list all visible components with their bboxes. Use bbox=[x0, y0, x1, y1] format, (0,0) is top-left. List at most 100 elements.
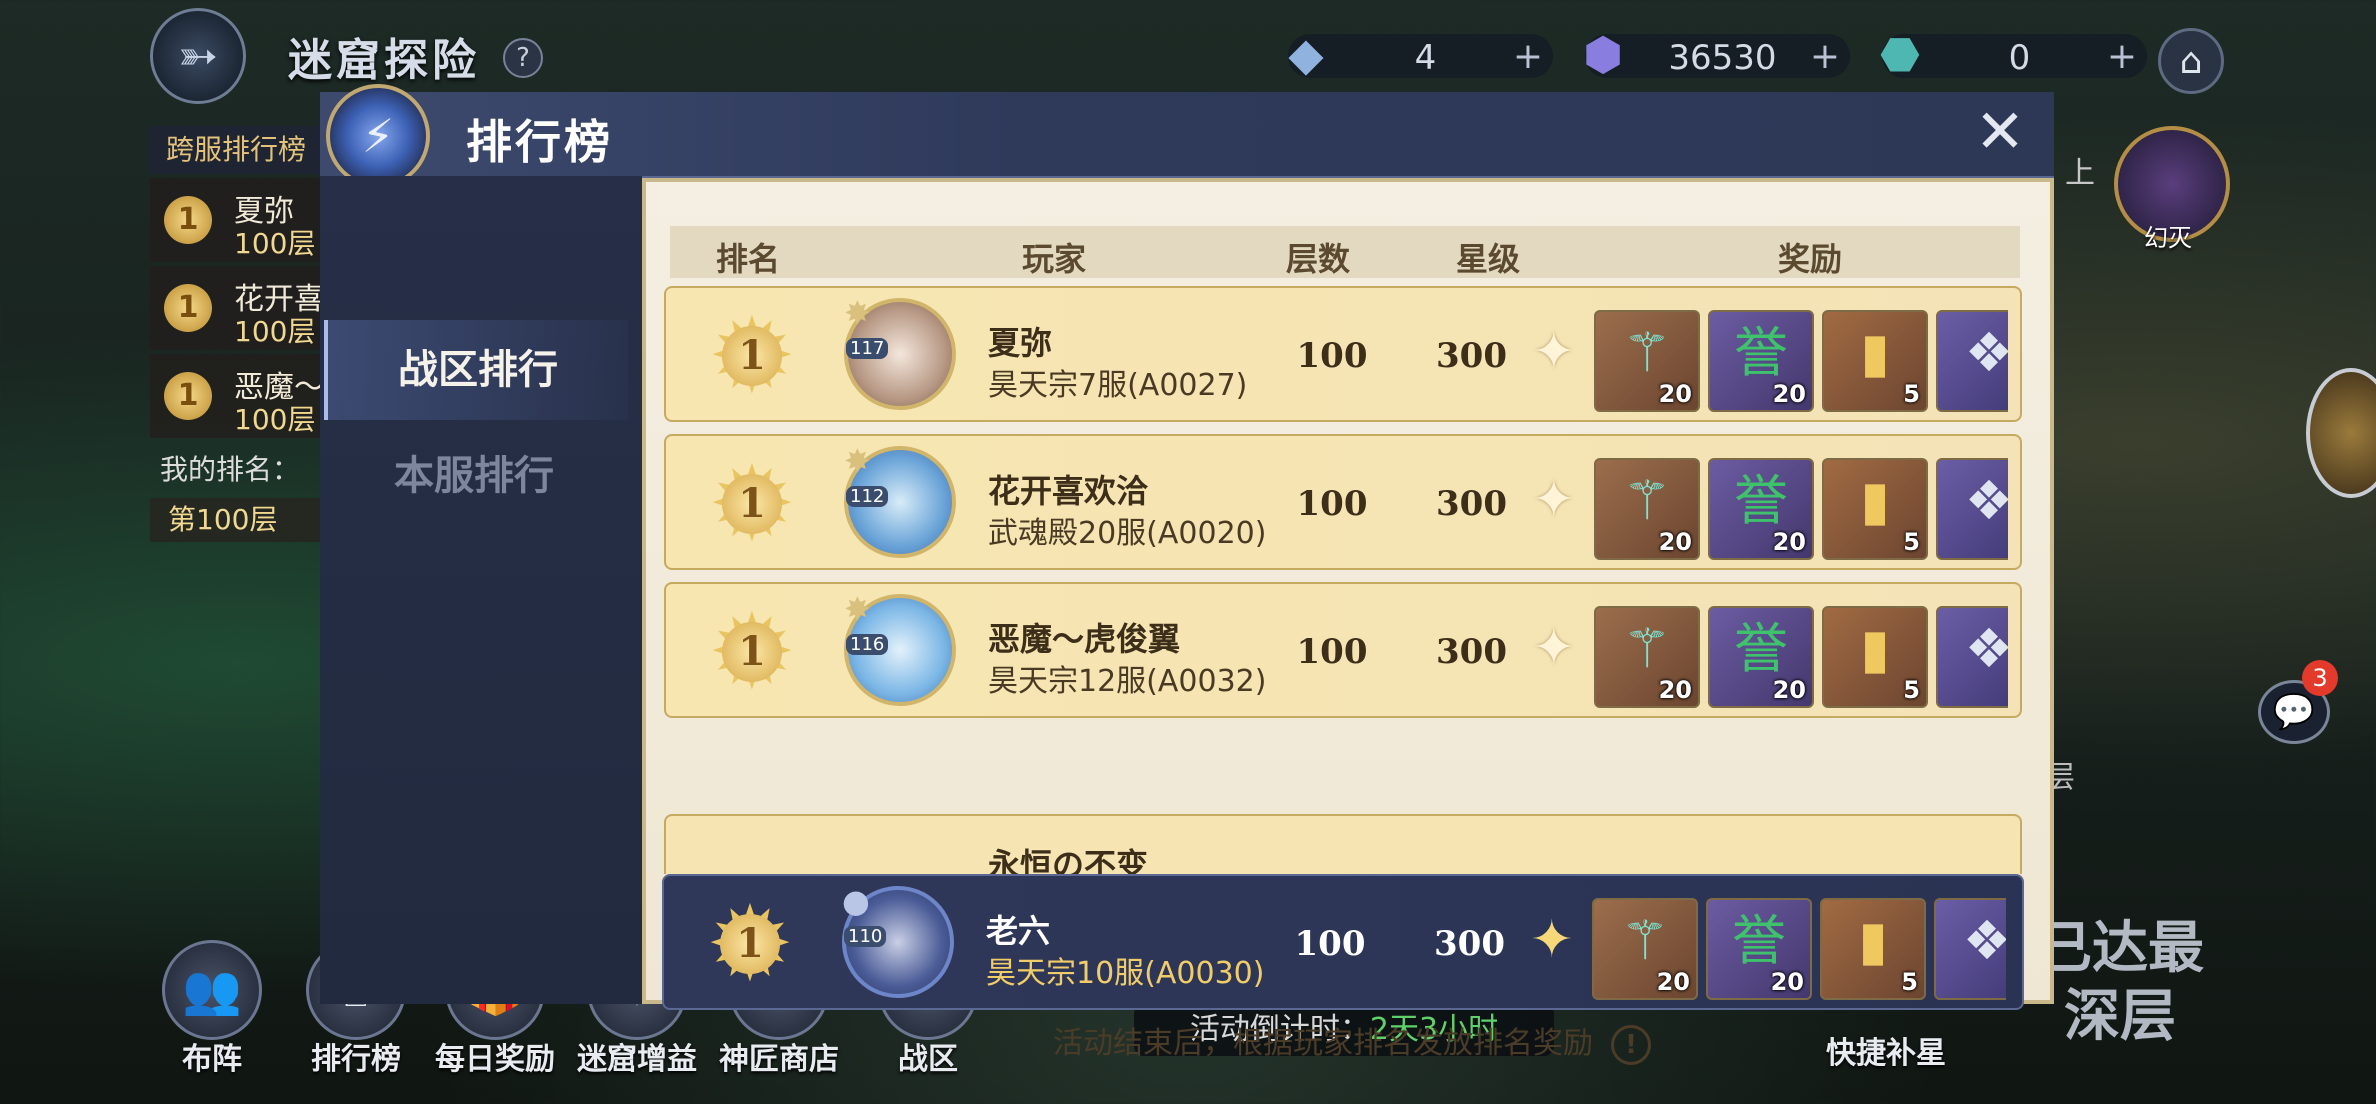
side-event-icon[interactable] bbox=[2306, 368, 2376, 498]
player-server: 武魂殿20服(A0020) bbox=[988, 516, 1267, 551]
player-avatar[interactable]: ✸ 112 bbox=[844, 442, 956, 558]
reward-honor[interactable]: 誉 20 bbox=[1706, 898, 1812, 1000]
rank-medal-icon: ✹ 1 bbox=[700, 600, 804, 704]
player-level: 110 bbox=[844, 926, 887, 947]
home-button[interactable]: ⌂ bbox=[2158, 28, 2224, 94]
reward-count: 20 bbox=[1772, 528, 1806, 556]
leaderboard-emblem-icon: ⚡ bbox=[326, 84, 430, 188]
lineup-icon: 👥 bbox=[162, 940, 262, 1040]
star-badge-icon: ✸ bbox=[844, 294, 871, 332]
close-button[interactable]: ✕ bbox=[1968, 102, 2032, 166]
honor-token-icon: 誉 bbox=[1734, 469, 1788, 532]
currency-diamond: ◆ 4 + bbox=[1288, 27, 1553, 81]
player-avatar[interactable]: ✸ 116 bbox=[844, 590, 956, 706]
reward-honor[interactable]: 誉 20 bbox=[1708, 310, 1814, 412]
reward-count: 20 bbox=[1656, 968, 1690, 996]
table-row[interactable]: ✹ 1 ✸ 117 夏弥 昊天宗7服(A0027) 100 300 ✦ ⚚20 … bbox=[664, 286, 2022, 422]
star-badge-icon: ✸ bbox=[844, 590, 871, 628]
player-floor: 100 bbox=[1296, 484, 1368, 524]
column-player: 玩家 bbox=[1022, 240, 1087, 278]
reward-honor[interactable]: 誉 20 bbox=[1708, 606, 1814, 708]
reward-staff[interactable]: ⚚ 20 bbox=[1594, 310, 1700, 412]
background-ranking-item: 1 夏弥 100层 bbox=[150, 178, 326, 262]
reward-honor[interactable]: 誉 20 bbox=[1708, 458, 1814, 560]
rank-medal-icon: ✹ 1 bbox=[700, 452, 804, 556]
star-badge-icon: ✸ bbox=[844, 442, 871, 480]
my-ranking-row[interactable]: ✹ 1 ● 110 老六 昊天宗10服(A0030) 100 300 ✦ ⚚20… bbox=[662, 874, 2024, 1010]
table-row[interactable]: ✹ 1 ✸ 116 恶魔～虎俊翼 昊天宗12服(A0032) 100 300 ✦… bbox=[664, 582, 2022, 718]
green-crystal-icon: ⬣ bbox=[1879, 27, 1921, 81]
background-side-text: 上 bbox=[2065, 156, 2095, 191]
currency-purple-gem: ⬢ 36530 + bbox=[1583, 27, 1850, 81]
golden-card-icon: ▮ bbox=[1860, 469, 1890, 532]
reward-count: 5 bbox=[1901, 968, 1918, 996]
reward-crystal[interactable]: ❖ bbox=[1936, 458, 2008, 560]
crystal-icon: ❖ bbox=[1964, 617, 2008, 680]
table-row-partial[interactable]: 永恒の不变 bbox=[664, 814, 2022, 874]
player-server: 昊天宗10服(A0030) bbox=[986, 956, 1265, 991]
rank-number: 1 bbox=[722, 474, 782, 534]
reward-card[interactable]: ▮ 5 bbox=[1822, 458, 1928, 560]
tab-war-zone-ranking[interactable]: 战区排行 bbox=[324, 320, 628, 420]
crystal-icon: ❖ bbox=[1962, 909, 2006, 972]
reward-card[interactable]: ▮ 5 bbox=[1822, 310, 1928, 412]
reward-crystal[interactable]: ❖ bbox=[1934, 898, 2006, 1000]
nav-lineup-button[interactable]: 👥 布阵 bbox=[160, 940, 264, 1078]
reward-crystal[interactable]: ❖ bbox=[1936, 606, 2008, 708]
tab-server-ranking[interactable]: 本服排行 bbox=[324, 426, 624, 526]
modal-header: 排行榜 ✕ bbox=[320, 92, 2054, 178]
back-button[interactable]: ➳ bbox=[150, 8, 246, 104]
background-ranking-panel: 跨服排行榜 1 夏弥 100层 1 花开喜 100层 1 恶魔～ 100层 我的… bbox=[150, 126, 326, 542]
currency-value: 36530 bbox=[1668, 38, 1777, 78]
crystal-icon: ❖ bbox=[1964, 469, 2008, 532]
player-stars: 300 bbox=[1436, 484, 1507, 524]
add-purple-gem-button[interactable]: + bbox=[1810, 36, 1840, 77]
star-icon: ✦ bbox=[1532, 618, 1576, 678]
player-floor: 100层 bbox=[234, 403, 316, 436]
reward-count: 20 bbox=[1772, 380, 1806, 408]
table-row[interactable]: ✹ 1 ✸ 112 花开喜欢洽 武魂殿20服(A0020) 100 300 ✦ … bbox=[664, 434, 2022, 570]
golden-card-icon: ▮ bbox=[1858, 909, 1888, 972]
reward-staff[interactable]: ⚚ 20 bbox=[1594, 458, 1700, 560]
player-level: 116 bbox=[846, 634, 889, 655]
diamond-icon: ◆ bbox=[1288, 27, 1324, 81]
reward-count: 20 bbox=[1658, 380, 1692, 408]
player-stars: 300 bbox=[1436, 336, 1507, 376]
close-icon: ✕ bbox=[1974, 97, 2026, 167]
player-floor: 100 bbox=[1296, 336, 1368, 376]
add-diamond-button[interactable]: + bbox=[1513, 36, 1543, 77]
player-floor: 100 bbox=[1296, 632, 1368, 672]
reward-crystal[interactable]: ❖ bbox=[1936, 310, 2008, 412]
rank-number: 1 bbox=[722, 326, 782, 386]
player-name: 永恒の不变 bbox=[988, 846, 1149, 874]
reward-rule-text: 活动结束后，根据玩家排名发放排名奖励 bbox=[1053, 1026, 1593, 1061]
reward-count: 20 bbox=[1770, 968, 1804, 996]
player-avatar[interactable]: ✸ 117 bbox=[844, 294, 956, 410]
reward-card[interactable]: ▮ 5 bbox=[1822, 606, 1928, 708]
reward-card[interactable]: ▮ 5 bbox=[1820, 898, 1926, 1000]
rank-medal-icon: 1 bbox=[164, 284, 212, 332]
star-icon: ✦ bbox=[1532, 470, 1576, 530]
help-button[interactable]: ? bbox=[503, 38, 543, 78]
player-avatar[interactable]: ● 110 bbox=[842, 882, 954, 998]
table-row-me[interactable]: ✹ 1 ● 110 老六 昊天宗10服(A0030) 100 300 ✦ ⚚20… bbox=[662, 874, 2024, 1010]
reward-staff[interactable]: ⚚ 20 bbox=[1592, 898, 1698, 1000]
chat-badge: 3 bbox=[2302, 660, 2338, 696]
column-reward: 奖励 bbox=[1778, 240, 1843, 278]
player-name: 恶魔～虎俊翼 bbox=[988, 620, 1181, 658]
ranking-list[interactable]: ✹ 1 ✸ 117 夏弥 昊天宗7服(A0027) 100 300 ✦ ⚚20 … bbox=[664, 286, 2024, 786]
player-floor: 100层 bbox=[234, 227, 316, 260]
modal-title: 排行榜 bbox=[466, 115, 613, 169]
add-green-crystal-button[interactable]: + bbox=[2107, 36, 2137, 77]
player-stars: 300 bbox=[1436, 632, 1507, 672]
reward-count: 5 bbox=[1903, 380, 1920, 408]
golden-card-icon: ▮ bbox=[1860, 617, 1890, 680]
player-server: 昊天宗7服(A0027) bbox=[988, 368, 1248, 403]
reward-count: 20 bbox=[1772, 676, 1806, 704]
rank-medal-icon: 1 bbox=[164, 196, 212, 244]
info-icon[interactable]: ! bbox=[1611, 1024, 1651, 1065]
reward-count: 20 bbox=[1658, 676, 1692, 704]
rank-number: 1 bbox=[720, 914, 780, 974]
reward-staff[interactable]: ⚚ 20 bbox=[1594, 606, 1700, 708]
player-stars: 300 bbox=[1434, 924, 1505, 964]
